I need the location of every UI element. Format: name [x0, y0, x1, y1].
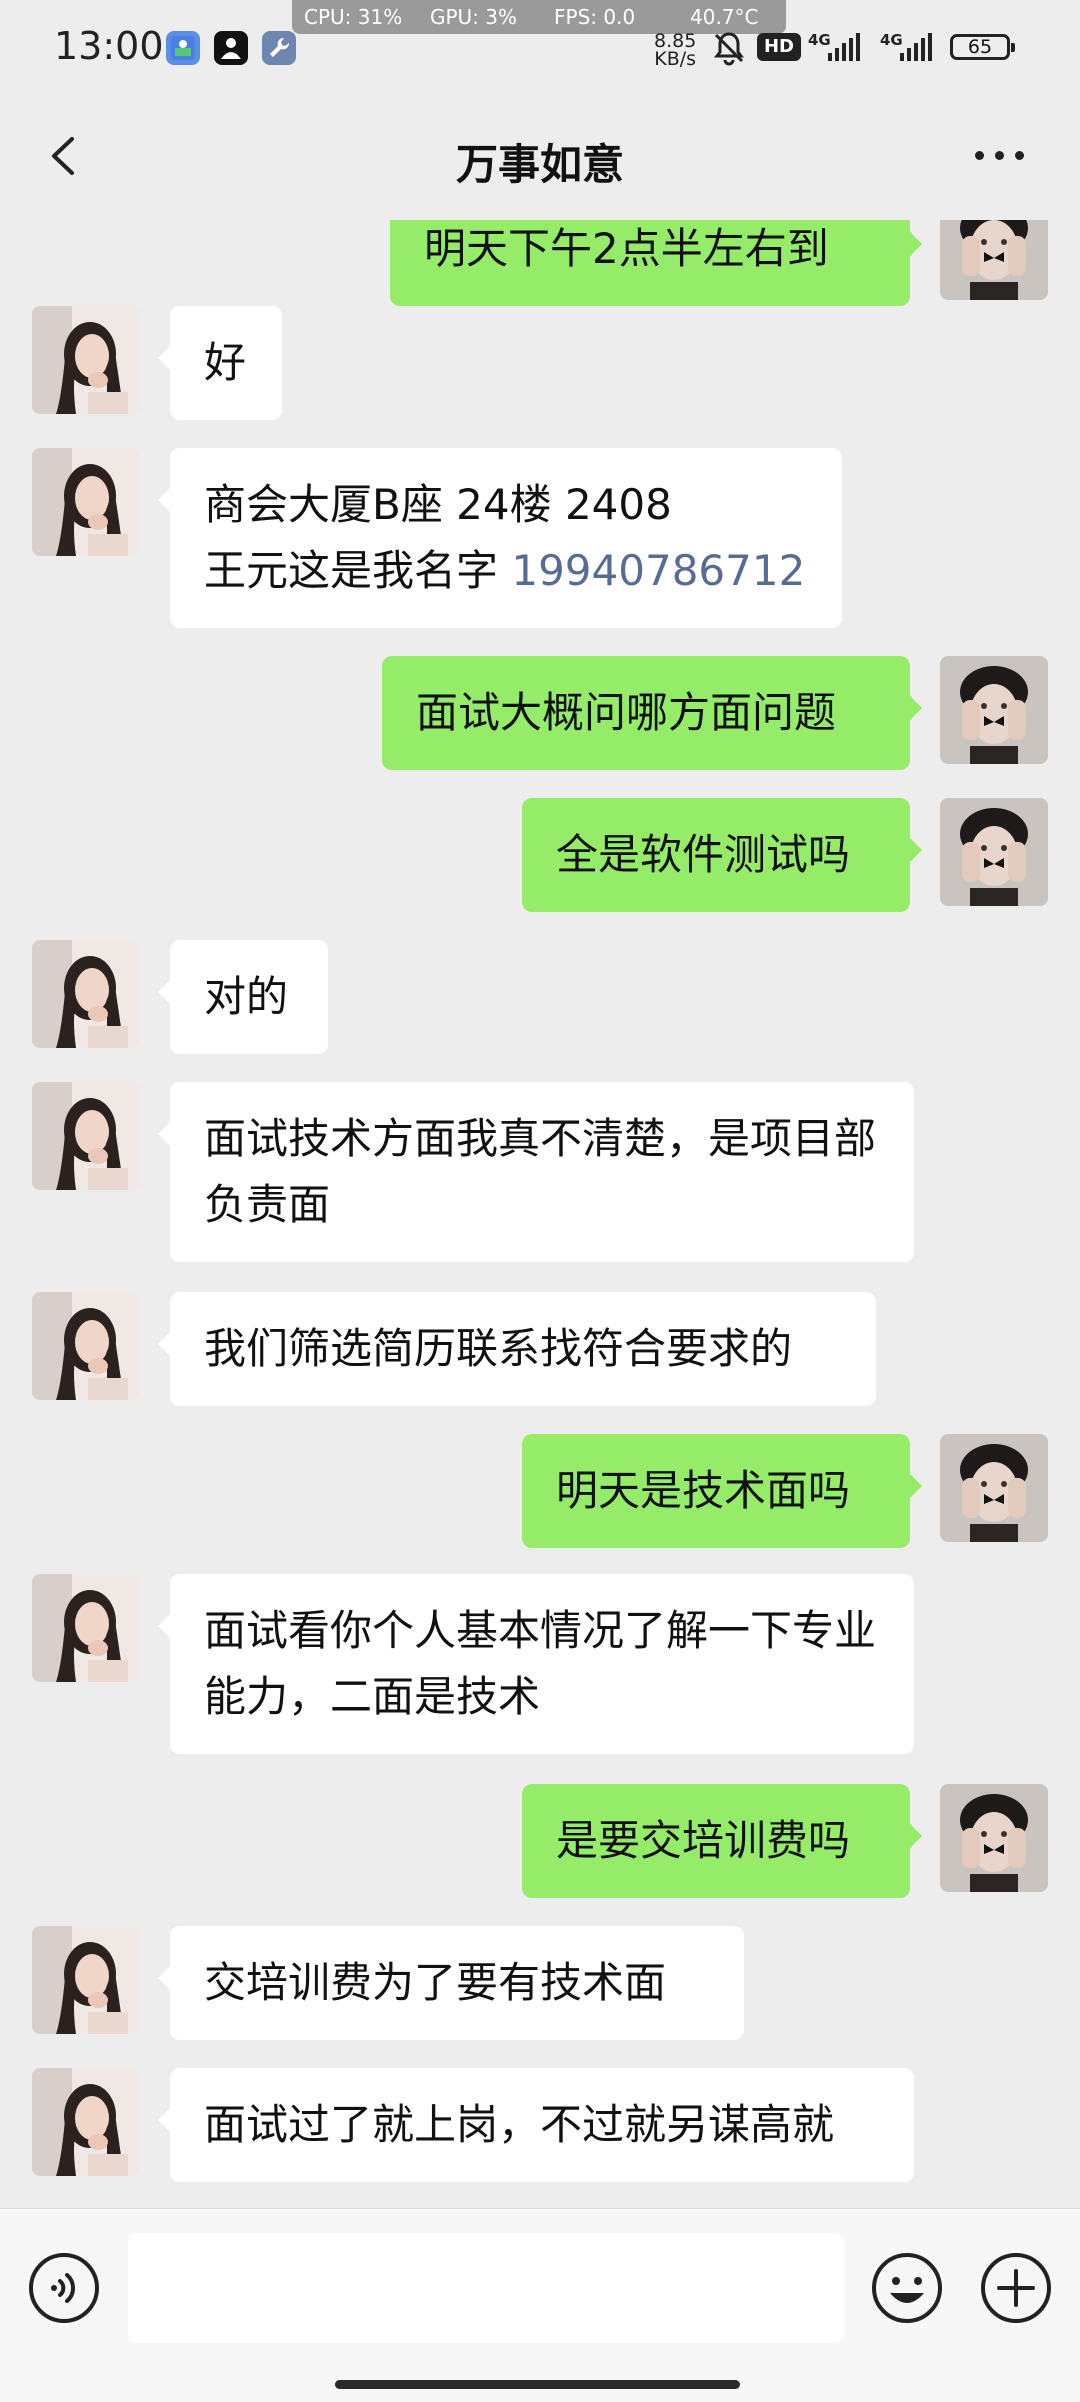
message-text: 明天是技术面吗 — [556, 1466, 851, 1515]
plus-icon[interactable] — [979, 2251, 1053, 2325]
gpu-usage: GPU: 3% — [430, 5, 518, 29]
message-text: 好 — [204, 338, 247, 387]
message-text: 对的 — [204, 972, 289, 1021]
message-bubble[interactable]: 面试过了就上岗，不过就另谋高就 — [158, 2068, 914, 2182]
message-bubble[interactable]: 面试大概问哪方面问题 — [382, 656, 922, 770]
message-row-received: 面试过了就上岗，不过就另谋高就 — [0, 2068, 1080, 2182]
signal1-icon — [828, 31, 860, 61]
message-text: 我们筛选简历联系找符合要求的 — [204, 1324, 793, 1373]
message-row-sent: 面试大概问哪方面问题 — [0, 656, 1080, 770]
message-row-received: 对的 — [0, 940, 1080, 1054]
message-row-received: 我们筛选简历联系找符合要求的 — [0, 1292, 1080, 1406]
message-text: 是要交培训费吗 — [556, 1816, 851, 1865]
chat-title: 万事如意 — [455, 140, 624, 189]
signal2-icon — [900, 31, 932, 61]
cpu-usage: CPU: 31% — [304, 5, 403, 29]
my-avatar[interactable] — [940, 1784, 1048, 1892]
my-avatar[interactable] — [940, 798, 1048, 906]
message-bubble[interactable]: 明天是技术面吗 — [522, 1434, 922, 1548]
emoji-icon[interactable] — [870, 2251, 944, 2325]
message-bubble[interactable]: 面试看你个人基本情况了解一下专业能力，二面是技术 — [158, 1574, 914, 1754]
message-row-received: 面试技术方面我真不清楚，是项目部负责面 — [0, 1082, 1080, 1262]
my-avatar[interactable] — [940, 1434, 1048, 1542]
hd-badge: HD — [757, 33, 801, 61]
voice-icon[interactable] — [27, 2251, 101, 2325]
message-input[interactable] — [128, 2233, 844, 2343]
contact-avatar[interactable] — [32, 1082, 140, 1190]
contact-avatar[interactable] — [32, 1292, 140, 1400]
message-text: 面试技术方面我真不清楚，是项目部负责面 — [204, 1114, 877, 1229]
contact-avatar[interactable] — [32, 1574, 140, 1682]
battery-icon: 65 — [950, 34, 1015, 60]
message-row-received: 商会大厦B座 24楼 2408 王元这是我名字 19940786712 — [0, 448, 1080, 628]
message-bubble[interactable]: 是要交培训费吗 — [522, 1784, 922, 1898]
message-text: 面试看你个人基本情况了解一下专业能力，二面是技术 — [204, 1606, 877, 1721]
home-indicator[interactable] — [335, 2380, 740, 2389]
message-row-sent: 明天是技术面吗 — [0, 1434, 1080, 1548]
message-bubble[interactable]: 面试技术方面我真不清楚，是项目部负责面 — [158, 1082, 914, 1262]
message-text: 商会大厦B座 24楼 2408 — [204, 480, 672, 529]
network-speed-unit: KB/s — [654, 48, 697, 70]
message-bubble[interactable]: 明天下午2点半左右到 — [390, 220, 922, 306]
fps-readout: FPS: 0.0 — [554, 5, 636, 29]
message-text: 交培训费为了要有技术面 — [204, 1958, 667, 2007]
input-bar — [0, 2208, 1080, 2402]
clock: 13:00 — [54, 24, 164, 68]
contact-avatar[interactable] — [32, 1926, 140, 2034]
message-row-received: 交培训费为了要有技术面 — [0, 1926, 1080, 2040]
agent-app-icon — [214, 31, 248, 65]
network-speed: 8.85 KB/s — [654, 32, 697, 70]
message-row-sent: 全是软件测试吗 — [0, 798, 1080, 912]
message-bubble[interactable]: 交培训费为了要有技术面 — [158, 1926, 744, 2040]
message-list[interactable]: 明天下午2点半左右到好商会大厦B座 24楼 2408 王元这是我名字 199407… — [0, 220, 1080, 2208]
message-row-received: 好 — [0, 306, 1080, 420]
message-bubble[interactable]: 对的 — [158, 940, 328, 1054]
message-row-sent: 是要交培训费吗 — [0, 1784, 1080, 1898]
message-row-sent: 明天下午2点半左右到 — [0, 220, 1080, 306]
my-avatar[interactable] — [940, 656, 1048, 764]
message-bubble[interactable]: 全是软件测试吗 — [522, 798, 922, 912]
message-bubble[interactable]: 好 — [158, 306, 282, 420]
chat-header: 万事如意 — [0, 95, 1080, 220]
my-avatar[interactable] — [940, 220, 1048, 300]
performance-overlay: CPU: 31% GPU: 3% FPS: 0.0 40.7°C — [292, 0, 786, 34]
message-row-received: 面试看你个人基本情况了解一下专业能力，二面是技术 — [0, 1574, 1080, 1754]
temperature: 40.7°C — [690, 5, 759, 29]
more-options-icon[interactable] — [975, 151, 1024, 160]
contact-avatar[interactable] — [32, 2068, 140, 2176]
map-app-icon — [166, 31, 200, 65]
message-text: 全是软件测试吗 — [556, 830, 851, 879]
message-text: 面试大概问哪方面问题 — [416, 688, 837, 737]
message-text: 明天下午2点半左右到 — [424, 224, 829, 273]
contact-avatar[interactable] — [32, 940, 140, 1048]
phone-number-link[interactable]: 19940786712 — [511, 546, 805, 595]
mute-bell-icon — [711, 30, 747, 69]
message-bubble[interactable]: 商会大厦B座 24楼 2408 王元这是我名字 19940786712 — [158, 448, 842, 628]
message-bubble[interactable]: 我们筛选简历联系找符合要求的 — [158, 1292, 876, 1406]
message-text-line2: 王元这是我名字 — [204, 546, 512, 595]
wrench-icon — [262, 31, 296, 65]
contact-avatar[interactable] — [32, 306, 140, 414]
contact-avatar[interactable] — [32, 448, 140, 556]
status-bar: CPU: 31% GPU: 3% FPS: 0.0 40.7°C 13:00 8… — [0, 0, 1080, 95]
message-text: 面试过了就上岗，不过就另谋高就 — [204, 2100, 835, 2149]
